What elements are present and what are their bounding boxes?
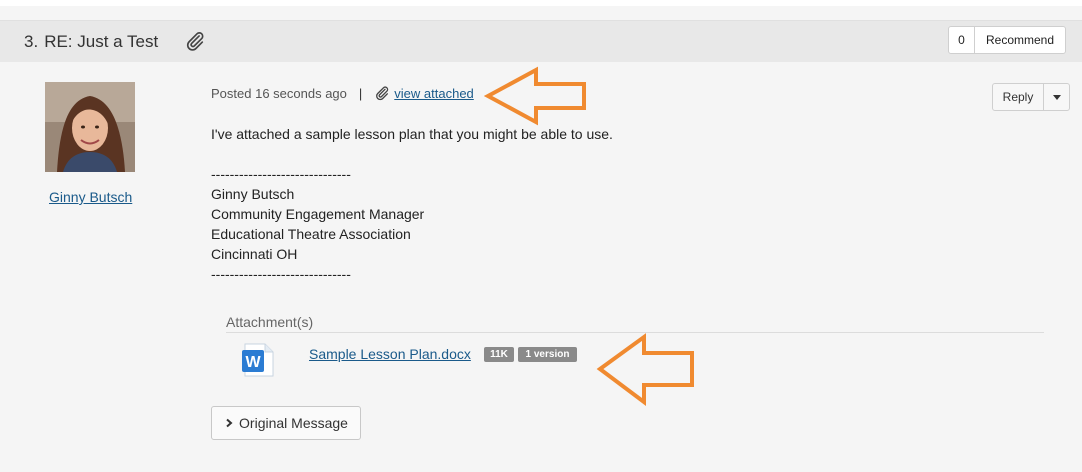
paperclip-icon — [186, 32, 204, 51]
attachment-file-link[interactable]: Sample Lesson Plan.docx — [309, 346, 471, 362]
avatar-photo-icon — [45, 82, 135, 172]
body-line — [211, 144, 613, 164]
recommend-group: 0 Recommend — [948, 26, 1066, 54]
svg-text:W: W — [245, 354, 261, 371]
file-size-badge: 11K — [484, 347, 514, 362]
paperclip-small-icon — [376, 86, 389, 101]
post-body: I've attached a sample lesson plan that … — [211, 124, 613, 284]
signature-location: Cincinnati OH — [211, 246, 298, 262]
thread-title: 3. RE: Just a Test — [24, 32, 158, 52]
attachments-label: Attachment(s) — [226, 314, 314, 330]
view-attached-link[interactable]: view attached — [394, 86, 474, 101]
top-white-bar — [0, 0, 1082, 6]
post-meta: Posted 16 seconds ago | view attached — [211, 85, 474, 101]
thread-header: 3. RE: Just a Test — [0, 20, 1082, 62]
top-strip — [0, 0, 1082, 20]
annotation-arrow-left-icon — [596, 333, 694, 406]
caret-down-icon — [1052, 94, 1061, 100]
chevron-right-icon — [226, 418, 233, 428]
word-doc-icon[interactable]: W — [241, 342, 275, 378]
recommend-count: 0 — [949, 27, 975, 53]
reply-dropdown-toggle[interactable] — [1044, 84, 1069, 110]
body-line: I've attached a sample lesson plan that … — [211, 126, 613, 142]
original-message-button[interactable]: Original Message — [211, 406, 361, 440]
posted-timestamp: Posted 16 seconds ago — [211, 85, 347, 101]
thread-number: 3. — [24, 32, 39, 51]
annotation-arrow-left-icon — [484, 66, 586, 126]
body-line: ------------------------------ — [211, 266, 351, 282]
reply-button[interactable]: Reply — [993, 84, 1044, 110]
reply-button-group: Reply — [992, 83, 1070, 111]
meta-separator: | — [358, 85, 363, 101]
thread-title-text: RE: Just a Test — [44, 32, 159, 51]
author-name-link[interactable]: Ginny Butsch — [49, 189, 132, 205]
original-message-label: Original Message — [239, 415, 348, 431]
avatar[interactable] — [45, 82, 135, 172]
signature-name: Ginny Butsch — [211, 186, 295, 202]
body-line: ------------------------------ — [211, 166, 351, 182]
signature-org: Educational Theatre Association — [211, 226, 411, 242]
recommend-button[interactable]: Recommend — [975, 27, 1065, 53]
signature-title: Community Engagement Manager — [211, 206, 425, 222]
file-version-badge[interactable]: 1 version — [518, 347, 577, 362]
